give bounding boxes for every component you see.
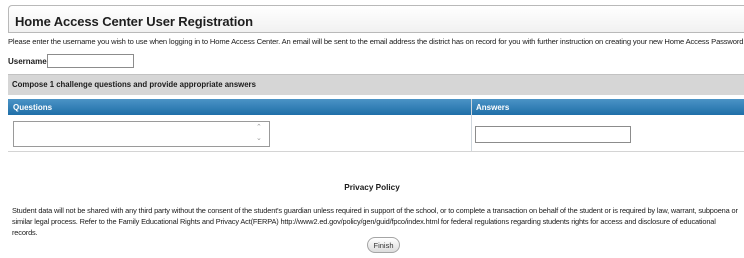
question-textarea[interactable]	[13, 121, 270, 147]
privacy-policy-heading: Privacy Policy	[344, 183, 400, 192]
answers-column-header: Answers	[476, 103, 510, 112]
username-label: Username:	[8, 57, 50, 66]
challenge-instruction: Compose 1 challenge questions and provid…	[12, 80, 256, 89]
page-title: Home Access Center User Registration	[15, 14, 253, 29]
challenge-table-header	[8, 99, 744, 115]
spin-down-icon[interactable]: ⌄	[256, 135, 262, 143]
answer-input[interactable]	[475, 126, 631, 143]
username-input[interactable]	[47, 54, 134, 68]
intro-text: Please enter the username you wish to us…	[8, 37, 744, 46]
registration-page: Home Access Center User Registration Ple…	[0, 0, 744, 258]
questions-column-header: Questions	[13, 103, 53, 112]
finish-button[interactable]: Finish	[367, 237, 400, 253]
privacy-policy-text: Student data will not be shared with any…	[12, 206, 738, 237]
column-divider	[471, 99, 472, 151]
spin-up-icon[interactable]: ⌃	[256, 124, 262, 132]
table-row-divider	[8, 151, 744, 152]
